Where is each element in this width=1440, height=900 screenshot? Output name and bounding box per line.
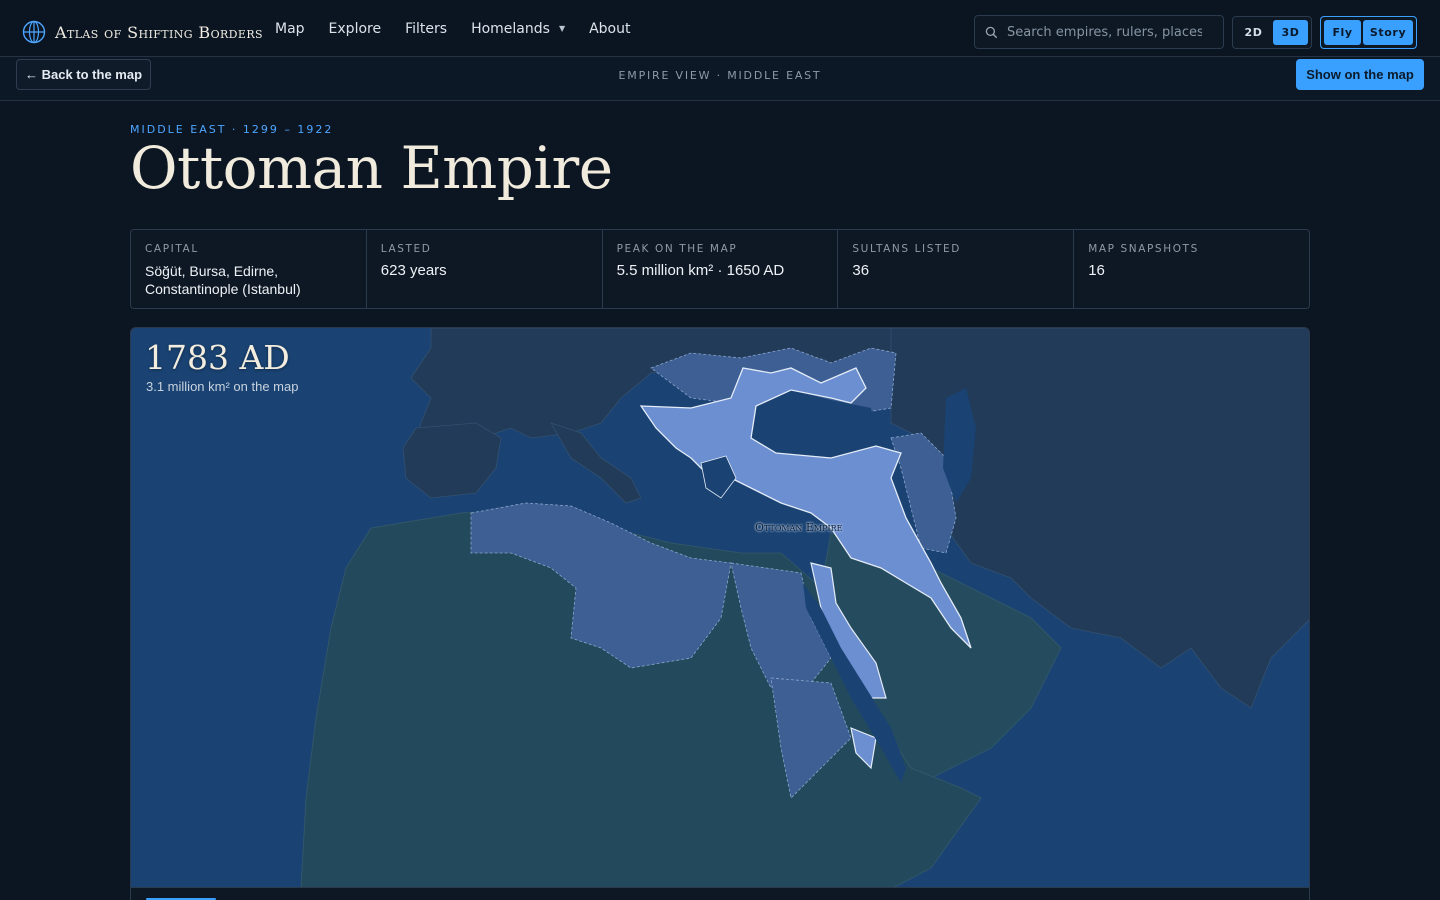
snapshot-year: 1783 AD — [145, 338, 290, 377]
stat-label: Sultans listed — [852, 243, 961, 255]
stat-label: Map snapshots — [1088, 243, 1199, 255]
main-nav: Map Explore Filters Homelands ▼ About — [275, 0, 655, 57]
stat-value: 36 — [852, 262, 870, 279]
nav-link-filters[interactable]: Filters — [405, 21, 447, 37]
stat-lasted: Lasted 623 years — [367, 230, 603, 308]
stat-value: 5.5 million km² · 1650 AD — [616, 262, 785, 279]
territory-label: Ottoman Empire — [755, 521, 843, 534]
breadcrumb: EMPIRE VIEW · MIDDLE EAST — [618, 69, 822, 82]
top-nav: Atlas of Shifting Borders Map Explore Fi… — [0, 0, 1440, 57]
dimension-toggle: 2D 3D — [1232, 16, 1312, 49]
stat-peak: Peak on the map 5.5 million km² · 1650 A… — [603, 230, 839, 308]
stat-sultans: Sultans listed 36 — [838, 230, 1075, 308]
nav-link-map[interactable]: Map — [275, 21, 305, 37]
land-italy — [550, 422, 642, 504]
map-canvas[interactable] — [131, 328, 1310, 888]
search-icon — [985, 26, 998, 38]
globe-icon — [22, 20, 46, 44]
stat-value: 16 — [1088, 262, 1105, 279]
stat-capital: Capital Söğüt, Bursa, Edirne, Constantin… — [131, 230, 367, 308]
story-mode-button[interactable]: Story — [1363, 20, 1413, 45]
stat-value: Söğüt, Bursa, Edirne, Constantinople (Is… — [145, 263, 301, 297]
nav-link-explore[interactable]: Explore — [329, 21, 382, 37]
empire-map[interactable]: 1783 AD 3.1 million km² on the map Ottom… — [130, 327, 1310, 888]
sub-bar: ← Back to the map EMPIRE VIEW · MIDDLE E… — [0, 57, 1440, 101]
timeline-strip — [130, 888, 1310, 900]
mode-toggle: Fly Story — [1320, 16, 1417, 49]
show-on-map-button[interactable]: Show on the map — [1296, 59, 1424, 90]
brand[interactable]: Atlas of Shifting Borders — [22, 20, 263, 44]
nav-link-homelands[interactable]: Homelands ▼ — [471, 21, 565, 37]
stat-snapshots: Map snapshots 16 — [1074, 230, 1309, 308]
stat-label: Capital — [145, 243, 199, 255]
search-box[interactable] — [974, 15, 1224, 49]
view-3d-button[interactable]: 3D — [1273, 20, 1308, 45]
fly-mode-button[interactable]: Fly — [1324, 20, 1362, 45]
stat-value: 623 years — [380, 262, 447, 279]
stat-label: Lasted — [380, 243, 432, 255]
nav-link-homelands-label: Homelands — [471, 20, 550, 37]
snapshot-area: 3.1 million km² on the map — [146, 379, 299, 394]
view-2d-button[interactable]: 2D — [1236, 20, 1271, 45]
nav-link-about[interactable]: About — [589, 21, 630, 37]
stats-panel: Capital Söğüt, Bursa, Edirne, Constantin… — [130, 229, 1310, 309]
page-title: Ottoman Empire — [130, 134, 613, 202]
stat-label: Peak on the map — [616, 243, 738, 255]
caret-down-icon: ▼ — [558, 24, 566, 33]
brand-name: Atlas of Shifting Borders — [55, 22, 263, 42]
search-input[interactable] — [1007, 24, 1202, 40]
land-iberia — [402, 422, 502, 499]
